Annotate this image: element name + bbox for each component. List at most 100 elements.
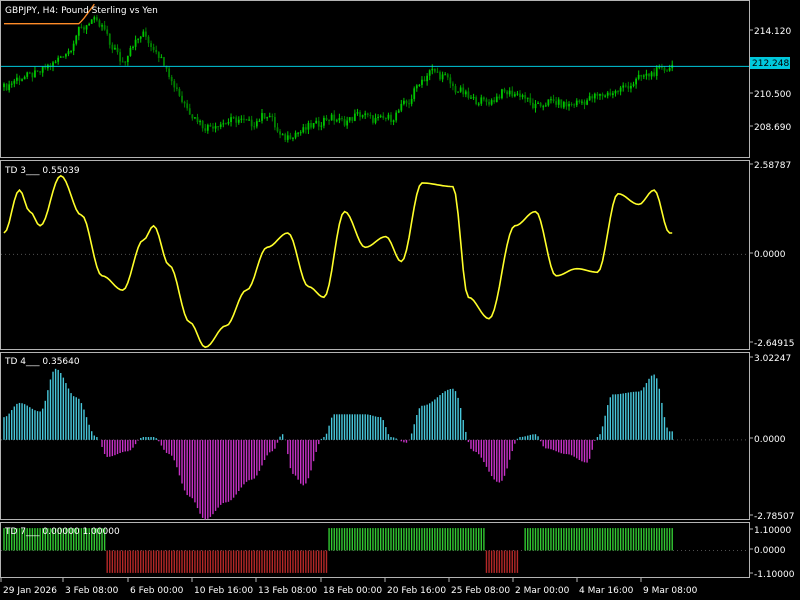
- td7-level-zero: 0.0000: [754, 546, 786, 556]
- candle-body: [281, 134, 284, 136]
- candle-body: [428, 70, 431, 76]
- candle-body: [276, 127, 279, 132]
- candle-body: [62, 56, 65, 58]
- time-label-0: 29 Jan 2026: [3, 586, 57, 596]
- candle-body: [635, 78, 637, 85]
- candle-body: [452, 83, 454, 87]
- candle-body: [542, 106, 545, 108]
- candle-body: [85, 25, 88, 30]
- candle-body: [498, 96, 501, 99]
- candle-body: [604, 95, 607, 97]
- candle-body: [219, 124, 222, 127]
- td7-title: TD 7___ 0.00000 1.00000: [4, 527, 120, 537]
- candle-body: [253, 126, 256, 128]
- candle-body: [160, 57, 163, 59]
- candle-body: [103, 25, 106, 30]
- candle-body: [317, 120, 320, 127]
- candle-body: [666, 70, 668, 72]
- candle-body: [524, 95, 527, 99]
- candle-body: [599, 94, 601, 96]
- candle-body: [361, 115, 364, 117]
- candle-body: [431, 68, 434, 71]
- candle-body: [119, 52, 121, 62]
- candle-body: [70, 50, 72, 52]
- candle-body: [212, 126, 214, 129]
- candle-body: [250, 119, 253, 127]
- candle-body: [95, 17, 98, 21]
- candle-body: [325, 117, 328, 121]
- candle-body: [550, 99, 552, 101]
- candle-body: [446, 74, 449, 78]
- candle-body: [261, 113, 263, 121]
- candle-body: [423, 79, 426, 82]
- candle-body: [268, 115, 271, 118]
- candle-body: [106, 29, 109, 34]
- candle-body: [568, 104, 570, 107]
- candle-body: [395, 112, 398, 121]
- candle-body: [372, 115, 374, 123]
- chart-canvas[interactable]: GBPJPY, H4: Pound Sterling vs Yen TD 3__…: [0, 0, 800, 600]
- candle-body: [137, 38, 140, 40]
- candle-body: [614, 91, 617, 94]
- candle-body: [560, 99, 563, 108]
- candle-body: [10, 83, 13, 85]
- time-label-2: 6 Feb 00:00: [130, 586, 184, 596]
- candle-body: [544, 105, 547, 107]
- candle-body: [217, 126, 220, 128]
- candle-body: [467, 91, 470, 98]
- candle-body: [436, 71, 439, 73]
- td4-level-max: 3.02247: [754, 354, 791, 364]
- main-pane[interactable]: [0, 0, 750, 158]
- candle-body: [648, 73, 650, 77]
- symbol-title: GBPJPY, H4: Pound Sterling vs Yen: [5, 6, 158, 16]
- td3-pane[interactable]: [0, 160, 750, 350]
- candle-body: [132, 46, 134, 48]
- candle-body: [232, 117, 235, 119]
- candle-body: [292, 137, 294, 139]
- candle-body: [485, 99, 488, 102]
- candle-body: [555, 101, 558, 105]
- candle-body: [111, 44, 114, 50]
- candle-body: [552, 99, 555, 102]
- candle-body: [532, 102, 534, 109]
- candle-body: [227, 122, 230, 124]
- candle-body: [335, 120, 338, 122]
- candle-body: [75, 35, 78, 44]
- candle-body: [67, 51, 70, 55]
- candle-body: [186, 103, 189, 109]
- main-level-1: 214.120: [754, 27, 791, 37]
- candle-body: [637, 74, 640, 79]
- td4-level-zero: 0.0000: [754, 435, 786, 445]
- candle-body: [284, 134, 287, 140]
- td4-level-min: -2.78507: [754, 512, 794, 522]
- td4-histogram-layer: [1, 368, 749, 520]
- candle-body: [462, 87, 465, 95]
- time-label-6: 20 Feb 16:00: [387, 586, 446, 596]
- candle-body: [454, 86, 457, 93]
- candle-body: [449, 77, 452, 84]
- candle-body: [413, 88, 416, 99]
- candle-body: [155, 49, 158, 53]
- candle-body: [632, 84, 635, 86]
- candle-body: [235, 117, 238, 123]
- candle-body: [624, 85, 627, 87]
- candle-body: [320, 125, 323, 127]
- candle-body: [400, 103, 403, 111]
- candle-body: [578, 100, 581, 103]
- candle-body: [470, 97, 472, 99]
- candle-body: [661, 67, 663, 69]
- candle-body: [630, 85, 632, 89]
- candle-body: [170, 77, 173, 82]
- candle-body: [480, 97, 483, 104]
- candle-body: [653, 72, 656, 76]
- candle-body: [359, 112, 361, 117]
- candle-body: [237, 119, 240, 123]
- candle-body: [457, 91, 459, 93]
- candle-body: [65, 54, 67, 57]
- candle-body: [72, 43, 75, 51]
- candle-body: [606, 92, 609, 96]
- candle-body: [28, 72, 31, 74]
- candle-body: [126, 55, 129, 63]
- candle-body: [439, 72, 441, 80]
- time-label-4: 13 Feb 08:00: [258, 586, 317, 596]
